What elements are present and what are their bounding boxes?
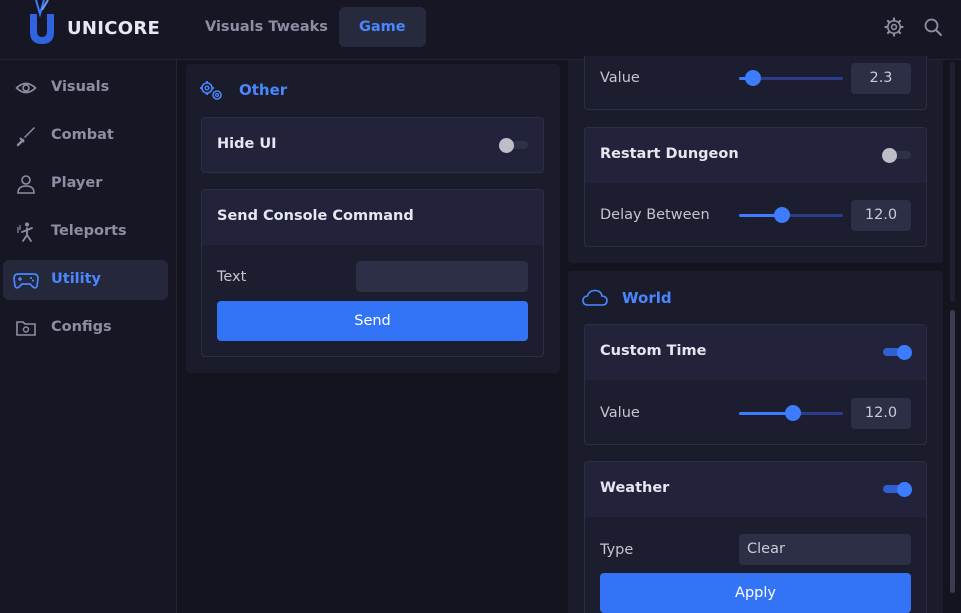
delay-between-label: Delay Between xyxy=(600,207,710,223)
toggle-knob xyxy=(897,345,912,360)
tab-visuals-tweaks[interactable]: Visuals Tweaks xyxy=(185,7,348,47)
scrollbar-thumb[interactable] xyxy=(950,310,955,593)
console-command-card: Send Console Command Text Send xyxy=(201,189,544,357)
weather-toggle[interactable] xyxy=(883,482,912,497)
sidebar-item-combat[interactable]: Combat xyxy=(3,116,168,156)
value-label: Value xyxy=(600,405,640,421)
toggle-knob xyxy=(897,482,912,497)
restart-dungeon-card: Restart Dungeon Delay Between 12.0 xyxy=(584,127,927,247)
sidebar-item-label: Configs xyxy=(51,319,112,335)
cloud-icon xyxy=(582,289,608,306)
custom-time-value-box[interactable]: 12.0 xyxy=(851,398,911,429)
toggle-knob xyxy=(499,138,514,153)
sidebar-item-player[interactable]: Player xyxy=(3,164,168,204)
slider-thumb[interactable] xyxy=(744,70,761,86)
slider-thumb[interactable] xyxy=(773,207,790,223)
value-slider[interactable] xyxy=(739,70,843,86)
console-command-title: Send Console Command xyxy=(217,208,414,224)
gears-icon xyxy=(200,81,222,100)
custom-time-header: Custom Time xyxy=(585,325,926,380)
search-icon[interactable] xyxy=(923,17,943,37)
sidebar: Visuals Combat Player Teleports Utility xyxy=(0,60,177,613)
hide-ui-card: Hide UI xyxy=(201,117,544,173)
scrollbar-track[interactable] xyxy=(950,62,955,302)
weather-card: Weather Type Clear Apply xyxy=(584,461,927,613)
hide-ui-header: Hide UI xyxy=(202,118,543,172)
sidebar-item-label: Player xyxy=(51,175,103,191)
section-title-world: World xyxy=(622,289,672,307)
send-button[interactable]: Send xyxy=(217,301,528,341)
sidebar-item-label: Visuals xyxy=(51,79,110,95)
gamepad-icon xyxy=(13,273,39,289)
sword-icon xyxy=(16,127,35,147)
restart-dungeon-header: Restart Dungeon xyxy=(585,128,926,183)
custom-time-label: Custom Time xyxy=(600,343,707,359)
sidebar-item-label: Teleports xyxy=(51,223,127,239)
value-label: Value xyxy=(600,70,640,86)
user-icon xyxy=(17,175,35,194)
eye-icon xyxy=(15,82,37,94)
weather-type-select[interactable]: Clear xyxy=(739,534,911,565)
section-title-other: Other xyxy=(239,81,288,99)
gear-icon[interactable] xyxy=(884,17,904,37)
hide-ui-toggle[interactable] xyxy=(499,138,528,153)
sidebar-item-utility[interactable]: Utility xyxy=(3,260,168,300)
slider-thumb[interactable] xyxy=(785,405,802,421)
delay-slider[interactable] xyxy=(739,207,843,223)
other-panel: Other Hide UI Send Console Command Text … xyxy=(186,64,560,373)
toggle-knob xyxy=(882,148,897,163)
sidebar-item-teleports[interactable]: Teleports xyxy=(3,212,168,252)
custom-time-toggle[interactable] xyxy=(883,345,912,360)
sidebar-item-visuals[interactable]: Visuals xyxy=(3,68,168,108)
sidebar-item-label: Combat xyxy=(51,127,114,143)
game-settings-panel: Value 2.3 Restart Dungeon Delay Between … xyxy=(568,56,943,263)
custom-time-slider[interactable] xyxy=(739,405,843,421)
teleport-icon xyxy=(17,222,33,242)
tab-game[interactable]: Game xyxy=(339,7,426,47)
top-bar: UNICORE Visuals Tweaks Game xyxy=(0,0,961,60)
app-name: UNICORE xyxy=(67,18,161,39)
console-command-header: Send Console Command xyxy=(202,190,543,245)
sidebar-item-label: Utility xyxy=(51,271,101,287)
apply-button[interactable]: Apply xyxy=(600,573,911,613)
value-box[interactable]: 2.3 xyxy=(851,63,911,94)
type-label: Type xyxy=(600,542,634,558)
world-panel: World Custom Time Value 12.0 Weather Typ… xyxy=(568,271,943,613)
app-logo: UNICORE xyxy=(24,0,164,50)
text-label: Text xyxy=(217,269,247,285)
unicore-logo-icon xyxy=(30,0,54,44)
console-text-input[interactable] xyxy=(356,261,528,292)
weather-label: Weather xyxy=(600,480,670,496)
custom-time-card: Custom Time Value 12.0 xyxy=(584,324,927,445)
folder-gear-icon xyxy=(16,321,36,336)
sidebar-item-configs[interactable]: Configs xyxy=(3,308,168,348)
weather-header: Weather xyxy=(585,462,926,517)
restart-dungeon-toggle[interactable] xyxy=(882,148,911,163)
hide-ui-label: Hide UI xyxy=(217,136,277,152)
top-value-card: Value 2.3 xyxy=(584,56,927,110)
delay-value-box[interactable]: 12.0 xyxy=(851,200,911,231)
restart-dungeon-label: Restart Dungeon xyxy=(600,146,739,162)
